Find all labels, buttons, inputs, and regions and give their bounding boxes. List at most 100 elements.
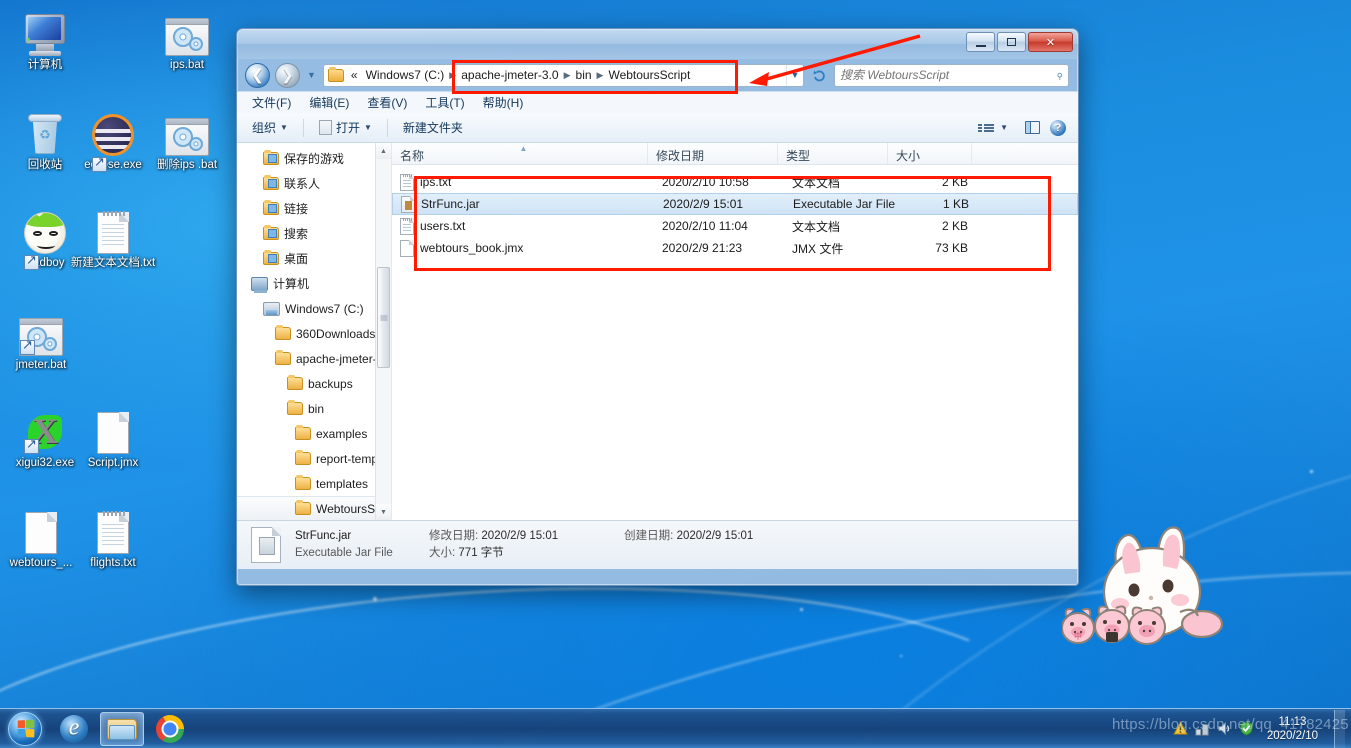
- toolbar-divider: [386, 118, 388, 137]
- jar-file-icon: [251, 527, 281, 563]
- table-row[interactable]: users.txt 2020/2/10 11:04 文本文档 2 KB: [392, 215, 1078, 237]
- close-button[interactable]: ✕: [1028, 32, 1073, 52]
- tree-item-report-template[interactable]: report-template: [237, 446, 391, 471]
- column-header-name[interactable]: ▲ 名称: [392, 143, 648, 164]
- back-button[interactable]: ❮: [245, 62, 270, 88]
- navigation-bar: ❮ ❯ ▼ « Windows7 (C:) ▶ apache-jmeter-3.…: [237, 59, 1078, 91]
- address-dropdown-caret-icon[interactable]: ▼: [786, 64, 803, 86]
- file-name: users.txt: [420, 219, 466, 233]
- column-header-type[interactable]: 类型: [778, 143, 888, 164]
- taskbar-internet-explorer[interactable]: [52, 712, 96, 746]
- network-icon[interactable]: [1195, 721, 1210, 736]
- desktop-icon-computer[interactable]: 计算机: [0, 8, 90, 72]
- tree-item-label: 保存的游戏: [284, 152, 345, 166]
- internet-explorer-icon: [60, 714, 88, 743]
- table-row[interactable]: webtours_book.jmx 2020/2/9 21:23 JMX 文件 …: [392, 237, 1078, 259]
- navigation-pane-scrollbar[interactable]: ▲ ▼: [375, 143, 391, 520]
- tree-item-saved-games[interactable]: 保存的游戏: [237, 146, 391, 171]
- folder-icon: [327, 66, 344, 82]
- desktop-icon-ips-bat[interactable]: ips.bat: [142, 8, 232, 72]
- batch-file-icon: [142, 108, 232, 156]
- search-box[interactable]: ⌕: [834, 63, 1069, 87]
- folder-icon: [263, 225, 279, 240]
- taskbar-clock[interactable]: 11:13 2020/2/10: [1261, 715, 1324, 743]
- taskbar-google-chrome[interactable]: [148, 712, 192, 746]
- desktop-icon-script-jmx[interactable]: Script.jmx: [68, 406, 158, 470]
- tree-item-360downloads[interactable]: 360Downloads: [237, 321, 391, 346]
- recent-pages-caret-icon[interactable]: ▼: [305, 70, 318, 80]
- table-row[interactable]: StrFunc.jar 2020/2/9 15:01 Executable Ja…: [392, 193, 1078, 215]
- java-icon: [318, 120, 332, 135]
- tree-item-examples[interactable]: examples: [237, 421, 391, 446]
- menu-view[interactable]: 查看(V): [358, 91, 416, 114]
- start-button[interactable]: [2, 710, 48, 748]
- desktop-icon-delete-ips-bat[interactable]: 删除ips .bat: [142, 108, 232, 172]
- desktop-icon-flights-txt[interactable]: flights.txt: [68, 506, 158, 570]
- tree-item-searches[interactable]: 搜索: [237, 221, 391, 246]
- windows-logo-icon: [8, 711, 42, 746]
- scroll-up-arrow-icon[interactable]: ▲: [376, 143, 391, 159]
- column-header-date[interactable]: 修改日期: [648, 143, 778, 164]
- explorer-window[interactable]: ✕ ❮ ❯ ▼ « Windows7 (C:) ▶ apache-jmeter-…: [236, 28, 1079, 586]
- search-input[interactable]: [840, 68, 1056, 82]
- scrollbar-thumb[interactable]: [377, 267, 390, 368]
- breadcrumb-item-jmeter[interactable]: apache-jmeter-3.0: [457, 68, 562, 82]
- shortcut-overlay-icon: [20, 338, 35, 355]
- tree-item-desktop[interactable]: 桌面: [237, 246, 391, 271]
- taskbar-windows-explorer[interactable]: [100, 711, 144, 746]
- wallpaper-sparkle-4: [1310, 470, 1313, 473]
- tree-item-links[interactable]: 链接: [237, 196, 391, 221]
- tree-item-computer[interactable]: 计算机: [237, 271, 391, 296]
- forward-button[interactable]: ❯: [275, 62, 300, 88]
- chevron-right-icon: ▶: [449, 69, 457, 80]
- tree-item-apache-jmeter[interactable]: apache-jmeter-3.0: [237, 346, 391, 371]
- desktop-icon-label: 计算机: [27, 59, 63, 71]
- address-bar[interactable]: « Windows7 (C:) ▶ apache-jmeter-3.0 ▶ bi…: [322, 63, 804, 87]
- table-row[interactable]: ips.txt 2020/2/10 10:58 文本文档 2 KB: [392, 171, 1078, 193]
- desktop-icon-label: 删除ips .bat: [156, 159, 218, 171]
- volume-icon[interactable]: [1217, 721, 1232, 736]
- jmx-file-icon: [68, 406, 158, 454]
- tree-item-contacts[interactable]: 联系人: [237, 171, 391, 196]
- tree-item-backups[interactable]: backups: [237, 371, 391, 396]
- breadcrumb-item-webtoursscript[interactable]: WebtoursScript: [604, 68, 694, 82]
- breadcrumb-item-bin[interactable]: bin: [572, 68, 596, 82]
- file-list-pane[interactable]: ▲ 名称 修改日期 类型 大小 ips.txt 2020/2/10 10:58 …: [392, 143, 1078, 520]
- scroll-down-arrow-icon[interactable]: ▼: [376, 504, 391, 520]
- folder-tree: 保存的游戏 联系人 链接 搜索 桌面 计算机 Windows7 (C:) 360…: [237, 143, 391, 520]
- text-file-icon: [68, 506, 158, 554]
- change-view-button[interactable]: ▼: [971, 117, 1015, 138]
- refresh-icon[interactable]: [809, 64, 829, 87]
- organize-button[interactable]: 组织 ▼: [245, 115, 295, 140]
- window-titlebar[interactable]: ✕: [237, 29, 1078, 59]
- menu-edit[interactable]: 编辑(E): [300, 91, 358, 114]
- breadcrumb[interactable]: « Windows7 (C:) ▶ apache-jmeter-3.0 ▶ bi…: [324, 65, 786, 86]
- navigation-pane[interactable]: 保存的游戏 联系人 链接 搜索 桌面 计算机 Windows7 (C:) 360…: [237, 143, 392, 520]
- shield-icon[interactable]: [1239, 721, 1254, 736]
- file-size: 1 KB: [942, 197, 969, 211]
- open-button[interactable]: 打开 ▼: [312, 115, 379, 140]
- preview-pane-icon[interactable]: [1025, 121, 1040, 134]
- column-header-size[interactable]: 大小: [888, 143, 972, 164]
- menu-help[interactable]: 帮助(H): [474, 91, 533, 114]
- help-icon[interactable]: ?: [1050, 119, 1066, 136]
- tree-item-templates[interactable]: templates: [237, 471, 391, 496]
- minimize-button[interactable]: [966, 32, 995, 52]
- batch-file-icon: [142, 8, 232, 56]
- breadcrumb-item-drive[interactable]: Windows7 (C:): [362, 68, 449, 82]
- show-desktop-button[interactable]: [1334, 709, 1345, 748]
- breadcrumb-overflow[interactable]: «: [347, 68, 362, 82]
- tree-item-bin[interactable]: bin: [237, 396, 391, 421]
- desktop-icon-jmeter-bat[interactable]: jmeter.bat: [0, 308, 86, 372]
- file-size: 2 KB: [941, 219, 968, 233]
- file-type: Executable Jar File: [793, 197, 895, 211]
- wallpaper-sparkle-2: [900, 655, 902, 657]
- tree-item-webtoursscript[interactable]: WebtoursScript: [237, 496, 391, 520]
- menu-tools[interactable]: 工具(T): [416, 91, 473, 114]
- new-folder-button[interactable]: 新建文件夹: [396, 115, 470, 140]
- menu-file[interactable]: 文件(F): [243, 91, 300, 114]
- warning-icon[interactable]: [1172, 721, 1188, 736]
- maximize-button[interactable]: [997, 32, 1026, 52]
- desktop-icon-new-text-document[interactable]: 新建文本文档.txt: [68, 206, 158, 270]
- tree-item-windows7-c[interactable]: Windows7 (C:): [237, 296, 391, 321]
